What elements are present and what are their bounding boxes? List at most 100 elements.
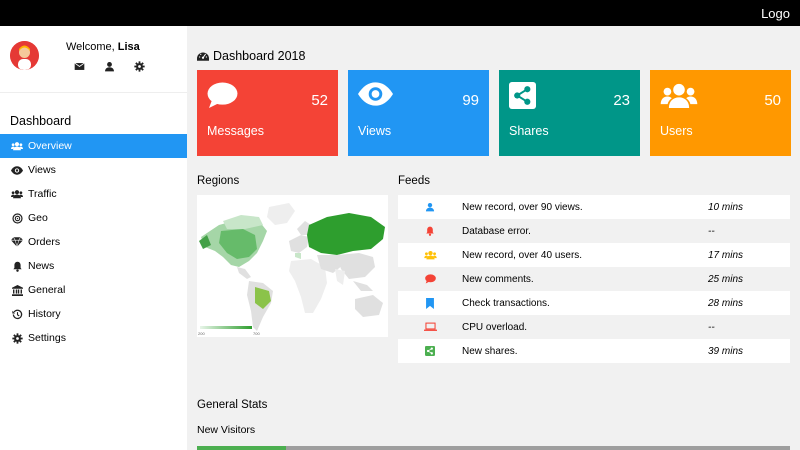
- feeds-list: New record, over 90 views. 10 mins Datab…: [398, 195, 790, 363]
- page-title: Dashboard 2018: [197, 49, 305, 63]
- diamond-icon: [11, 236, 23, 248]
- new-visitors-label: New Visitors: [197, 424, 256, 436]
- history-icon: [11, 308, 23, 320]
- users-card[interactable]: 50 Users: [650, 70, 791, 156]
- eye-icon: [11, 164, 23, 176]
- map-region-spain: [295, 253, 301, 259]
- messages-label: Messages: [207, 124, 264, 138]
- users-icon: [11, 140, 23, 152]
- views-card[interactable]: 99 Views: [348, 70, 489, 156]
- map-region-india: [335, 269, 345, 285]
- users-icon: [660, 82, 698, 112]
- users-count: 50: [764, 92, 781, 109]
- shares-label: Shares: [509, 124, 549, 138]
- sidebar-item-label: History: [28, 308, 61, 320]
- welcome-prefix: Welcome,: [66, 41, 118, 53]
- sidebar-item-views[interactable]: Views: [0, 158, 187, 182]
- feeds-title: Feeds: [398, 175, 430, 187]
- bank-icon: [11, 284, 23, 296]
- new-visitors-progress: [197, 446, 790, 450]
- sidebar-item-label: General: [28, 284, 66, 296]
- comment-icon: [398, 274, 462, 284]
- sidebar-title: Dashboard: [10, 114, 72, 128]
- users-icon: [11, 188, 23, 200]
- shares-card[interactable]: 23 Shares: [499, 70, 640, 156]
- share-icon: [509, 82, 536, 112]
- sidebar: Welcome, Lisa Dashboard Overview Views T…: [0, 26, 187, 450]
- sidebar-menu: Overview Views Traffic Geo Orders News G…: [0, 134, 187, 350]
- regions-map[interactable]: 200 700: [197, 195, 388, 337]
- feed-time: 10 mins: [708, 201, 744, 213]
- gear-icon: [11, 332, 23, 344]
- feed-time: 39 mins: [708, 345, 744, 357]
- general-stats-title: General Stats: [197, 399, 268, 411]
- feed-item[interactable]: New record, over 40 users. 17 mins: [398, 243, 790, 267]
- logo[interactable]: Logo: [761, 6, 790, 21]
- feed-time: 25 mins: [708, 273, 744, 285]
- dashboard-gauge-icon: [197, 50, 209, 62]
- feed-text: New record, over 40 users.: [462, 249, 583, 261]
- feed-text: Check transactions.: [462, 297, 550, 309]
- sidebar-item-settings[interactable]: Settings: [0, 326, 187, 350]
- user-icon: [398, 202, 462, 212]
- sidebar-item-label: Views: [28, 164, 56, 176]
- feed-text: New comments.: [462, 273, 534, 285]
- user-icon[interactable]: [104, 61, 115, 72]
- map-region-australia: [355, 295, 383, 317]
- feed-time: 17 mins: [708, 249, 744, 261]
- bookmark-icon: [398, 297, 462, 309]
- avatar[interactable]: [10, 41, 39, 70]
- main-content: Dashboard 2018 52 Messages 99 Views 23 S…: [187, 26, 800, 450]
- feed-item[interactable]: Database error. --: [398, 219, 790, 243]
- sidebar-item-label: Settings: [28, 332, 66, 344]
- feed-text: New shares.: [462, 345, 518, 357]
- users-icon: [398, 250, 462, 260]
- sidebar-item-traffic[interactable]: Traffic: [0, 182, 187, 206]
- sidebar-item-geo[interactable]: Geo: [0, 206, 187, 230]
- sidebar-item-orders[interactable]: Orders: [0, 230, 187, 254]
- feed-item[interactable]: Check transactions. 28 mins: [398, 291, 790, 315]
- new-visitors-progress-fill: [197, 446, 286, 450]
- feed-item[interactable]: New shares. 39 mins: [398, 339, 790, 363]
- shares-count: 23: [613, 92, 630, 109]
- map-legend-max: 700: [253, 331, 260, 336]
- envelope-icon[interactable]: [74, 61, 85, 72]
- sidebar-item-label: Traffic: [28, 188, 57, 200]
- world-map-graphic: 200 700: [198, 203, 385, 336]
- gear-icon[interactable]: [134, 61, 145, 72]
- sidebar-item-label: News: [28, 260, 55, 272]
- map-region-central-america: [237, 267, 251, 279]
- user-name: Lisa: [117, 41, 140, 53]
- map-legend-min: 200: [198, 331, 205, 336]
- feed-item[interactable]: New comments. 25 mins: [398, 267, 790, 291]
- sidebar-item-history[interactable]: History: [0, 302, 187, 326]
- regions-title: Regions: [197, 175, 240, 187]
- feed-time: --: [708, 225, 715, 237]
- sidebar-item-overview[interactable]: Overview: [0, 134, 187, 158]
- views-label: Views: [358, 124, 392, 138]
- feed-text: New record, over 90 views.: [462, 201, 583, 213]
- top-bar: Logo: [0, 0, 800, 26]
- page-title-text: Dashboard 2018: [213, 49, 306, 63]
- feed-text: CPU overload.: [462, 321, 528, 333]
- sidebar-item-general[interactable]: General: [0, 278, 187, 302]
- map-region-greenland: [267, 203, 295, 225]
- bell-icon: [11, 260, 23, 272]
- feed-item[interactable]: New record, over 90 views. 10 mins: [398, 195, 790, 219]
- laptop-icon: [398, 322, 462, 332]
- messages-count: 52: [311, 92, 328, 109]
- map-region-southeast-asia: [353, 281, 373, 291]
- users-label: Users: [660, 124, 693, 138]
- welcome-text: Welcome, Lisa: [66, 41, 140, 53]
- feed-text: Database error.: [462, 225, 531, 237]
- map-legend-bar: [200, 326, 252, 329]
- feed-item[interactable]: CPU overload. --: [398, 315, 790, 339]
- sidebar-item-news[interactable]: News: [0, 254, 187, 278]
- eye-icon: [358, 82, 393, 109]
- sidebar-item-label: Orders: [28, 236, 61, 248]
- feed-time: --: [708, 321, 715, 333]
- comment-icon: [207, 82, 238, 112]
- map-region-russia: [307, 213, 385, 255]
- views-count: 99: [462, 92, 479, 109]
- messages-card[interactable]: 52 Messages: [197, 70, 338, 156]
